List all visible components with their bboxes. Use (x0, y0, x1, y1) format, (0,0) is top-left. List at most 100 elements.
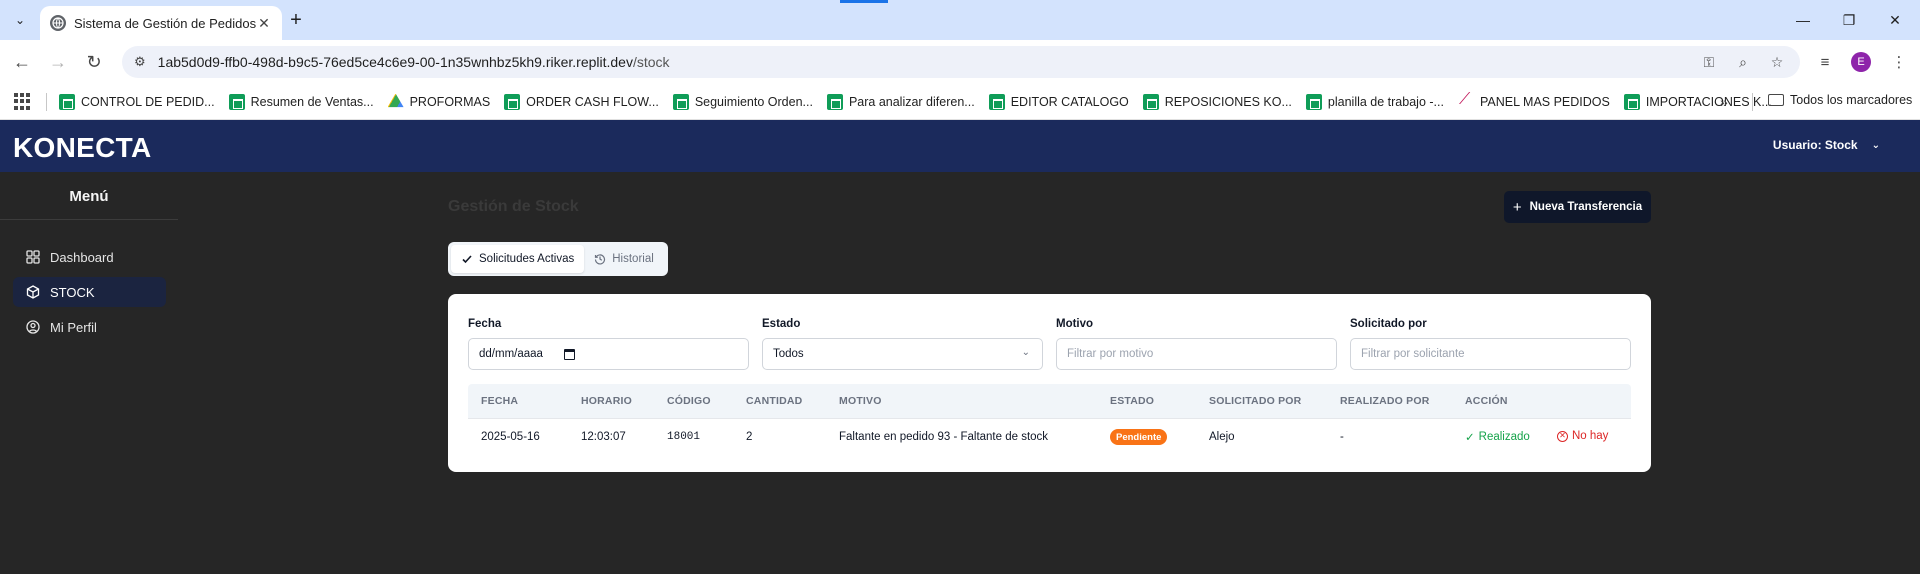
history-icon (595, 254, 606, 265)
grid-icon (26, 250, 40, 264)
column-header[interactable]: CANTIDAD (746, 395, 802, 407)
tab-active-requests[interactable]: Solicitudes Activas (451, 245, 585, 273)
panel-icon (1458, 91, 1474, 110)
bookmark-item[interactable]: Seguimiento Orden... (672, 93, 813, 110)
bookmarks-bar: CONTROL DE PEDID... Resumen de Ventas...… (0, 84, 1920, 120)
sheets-icon (228, 93, 245, 110)
site-info-icon[interactable]: ⚙ (134, 54, 146, 70)
sheets-icon (504, 93, 521, 110)
apps-grid-icon[interactable] (14, 92, 32, 111)
cell-realizado: - (1340, 431, 1344, 443)
key-icon[interactable]: ⚿ (1700, 53, 1718, 71)
back-button[interactable]: ← (8, 48, 36, 76)
bookmark-item[interactable]: CONTROL DE PEDID... (59, 93, 215, 110)
table-row: 2025-05-16 12:03:07 18001 2 Faltante en … (468, 418, 1631, 454)
app-header: KONECTA Usuario: Stock ⌄ (0, 120, 1920, 172)
browser-tab[interactable]: Sistema de Gestión de Pedidos ✕ (40, 6, 282, 40)
restore-button[interactable]: ❐ (1826, 0, 1872, 40)
cell-motivo: Faltante en pedido 93 - Faltante de stoc… (839, 431, 1049, 443)
new-tab-button[interactable]: + (282, 8, 310, 32)
browser-menu-icon[interactable]: ⋮ (1885, 48, 1913, 76)
more-bookmarks-icon[interactable]: » (1720, 94, 1728, 110)
column-header[interactable]: FECHA (481, 395, 518, 407)
status-badge: Pendiente (1110, 429, 1168, 445)
reason-input[interactable]: Filtrar por motivo (1056, 338, 1337, 370)
bookmark-item[interactable]: planilla de trabajo -... (1305, 93, 1444, 110)
user-circle-icon (26, 320, 40, 334)
chevron-down-icon: ⌄ (1871, 139, 1880, 151)
sidebar-title: Menú (69, 188, 109, 205)
all-bookmarks-button[interactable]: Todos los marcadores (1768, 93, 1912, 107)
cell-cantidad: 2 (746, 431, 753, 443)
star-icon[interactable]: ☆ (1768, 53, 1786, 71)
bookmark-item[interactable]: ORDER CASH FLOW... (504, 93, 659, 110)
column-header[interactable]: SOLICITADO POR (1209, 395, 1301, 407)
filter-motivo: Motivo Filtrar por motivo (1056, 318, 1337, 370)
app-logo[interactable]: KONECTA (13, 132, 151, 164)
mark-done-button[interactable]: ✓ Realizado (1465, 430, 1530, 444)
check-icon (462, 255, 472, 264)
requests-card: Fecha dd/mm/aaaa Estado Todos ⌄ Motivo F… (448, 294, 1651, 472)
not-available-button[interactable]: ✕ No hay (1557, 430, 1608, 442)
sheets-icon (988, 93, 1005, 110)
column-header[interactable]: MOTIVO (839, 395, 882, 407)
user-label: Usuario: Stock (1772, 138, 1858, 152)
status-select[interactable]: Todos ⌄ (762, 338, 1043, 370)
bookmark-item[interactable]: PROFORMAS (387, 93, 490, 110)
x-circle-icon: ✕ (1557, 430, 1568, 442)
sheets-icon (1142, 93, 1159, 110)
new-transfer-label: Nueva Transferencia (1529, 201, 1643, 213)
bookmark-item[interactable]: EDITOR CATALOGO (988, 93, 1129, 110)
calendar-icon[interactable] (564, 349, 575, 360)
bookmark-item[interactable]: Para analizar diferen... (826, 93, 975, 110)
column-header[interactable]: CÓDIGO (667, 395, 711, 407)
check-icon: ✓ (1465, 432, 1475, 444)
globe-icon (50, 15, 66, 31)
bookmark-item[interactable]: Resumen de Ventas... (228, 93, 374, 110)
filter-label: Motivo (1056, 318, 1094, 330)
tabs-list: Solicitudes Activas Historial (448, 242, 668, 276)
column-header[interactable]: REALIZADO POR (1340, 395, 1430, 407)
bookmark-item[interactable]: IMPORTACIONES K... (1623, 93, 1772, 110)
cell-horario: 12:03:07 (581, 431, 626, 443)
column-header[interactable]: ACCIÓN (1465, 395, 1508, 407)
tab-label: Historial (612, 253, 654, 265)
reload-button[interactable]: ↻ (80, 48, 108, 76)
close-tab-icon[interactable]: ✕ (256, 15, 272, 32)
cell-solicitado: Alejo (1209, 431, 1235, 443)
close-window-button[interactable]: ✕ (1872, 0, 1918, 40)
bookmarks-divider (46, 92, 47, 111)
sidebar-item-profile[interactable]: Mi Perfil (13, 312, 166, 342)
sidebar-item-label: Mi Perfil (50, 319, 97, 335)
requester-input[interactable]: Filtrar por solicitante (1350, 338, 1631, 370)
url-text: 1ab5d0d9-ffb0-498d-b9c5-76ed5ce4c6e9-00-… (157, 54, 670, 70)
tab-history[interactable]: Historial (584, 245, 664, 273)
tab-label: Solicitudes Activas (479, 253, 575, 265)
forward-button[interactable]: → (44, 48, 72, 76)
address-bar[interactable]: ⚙ 1ab5d0d9-ffb0-498d-b9c5-76ed5ce4c6e9-0… (122, 46, 1800, 78)
zoom-icon[interactable]: ⌕ (1734, 53, 1752, 71)
sidebar-item-dashboard[interactable]: Dashboard (13, 242, 166, 272)
filter-label: Estado (762, 318, 801, 330)
profile-avatar[interactable]: E (1851, 52, 1871, 72)
page-title: Gestión de Stock (448, 198, 579, 215)
cell-codigo: 18001 (667, 431, 701, 443)
sheets-icon (59, 93, 75, 110)
browser-toolbar: ← → ↻ ⚙ 1ab5d0d9-ffb0-498d-b9c5-76ed5ce4… (0, 40, 1920, 84)
sidebar-item-stock[interactable]: STOCK (13, 277, 166, 307)
tab-search-icon[interactable]: ⌄ (8, 8, 32, 32)
column-header[interactable]: HORARIO (581, 395, 632, 407)
column-header[interactable]: ESTADO (1110, 395, 1154, 407)
bookmark-item[interactable]: PANEL MAS PEDIDOS (1458, 91, 1610, 110)
folder-icon (1768, 94, 1784, 106)
bookmark-item[interactable]: REPOSICIONES KO... (1142, 93, 1292, 110)
cell-fecha: 2025-05-16 (481, 431, 540, 443)
plus-icon: + (1512, 198, 1522, 216)
browser-tab-strip: ⌄ Sistema de Gestión de Pedidos ✕ + — ❐ … (0, 0, 1920, 40)
date-input[interactable]: dd/mm/aaaa (468, 338, 749, 370)
user-menu[interactable]: Usuario: Stock ⌄ (1773, 138, 1880, 152)
new-transfer-button[interactable]: + Nueva Transferencia (1504, 191, 1651, 223)
media-control-icon[interactable]: ≡ (1811, 48, 1839, 76)
requests-table: FECHA HORARIO CÓDIGO CANTIDAD MOTIVO EST… (468, 384, 1631, 454)
minimize-button[interactable]: — (1780, 0, 1826, 40)
